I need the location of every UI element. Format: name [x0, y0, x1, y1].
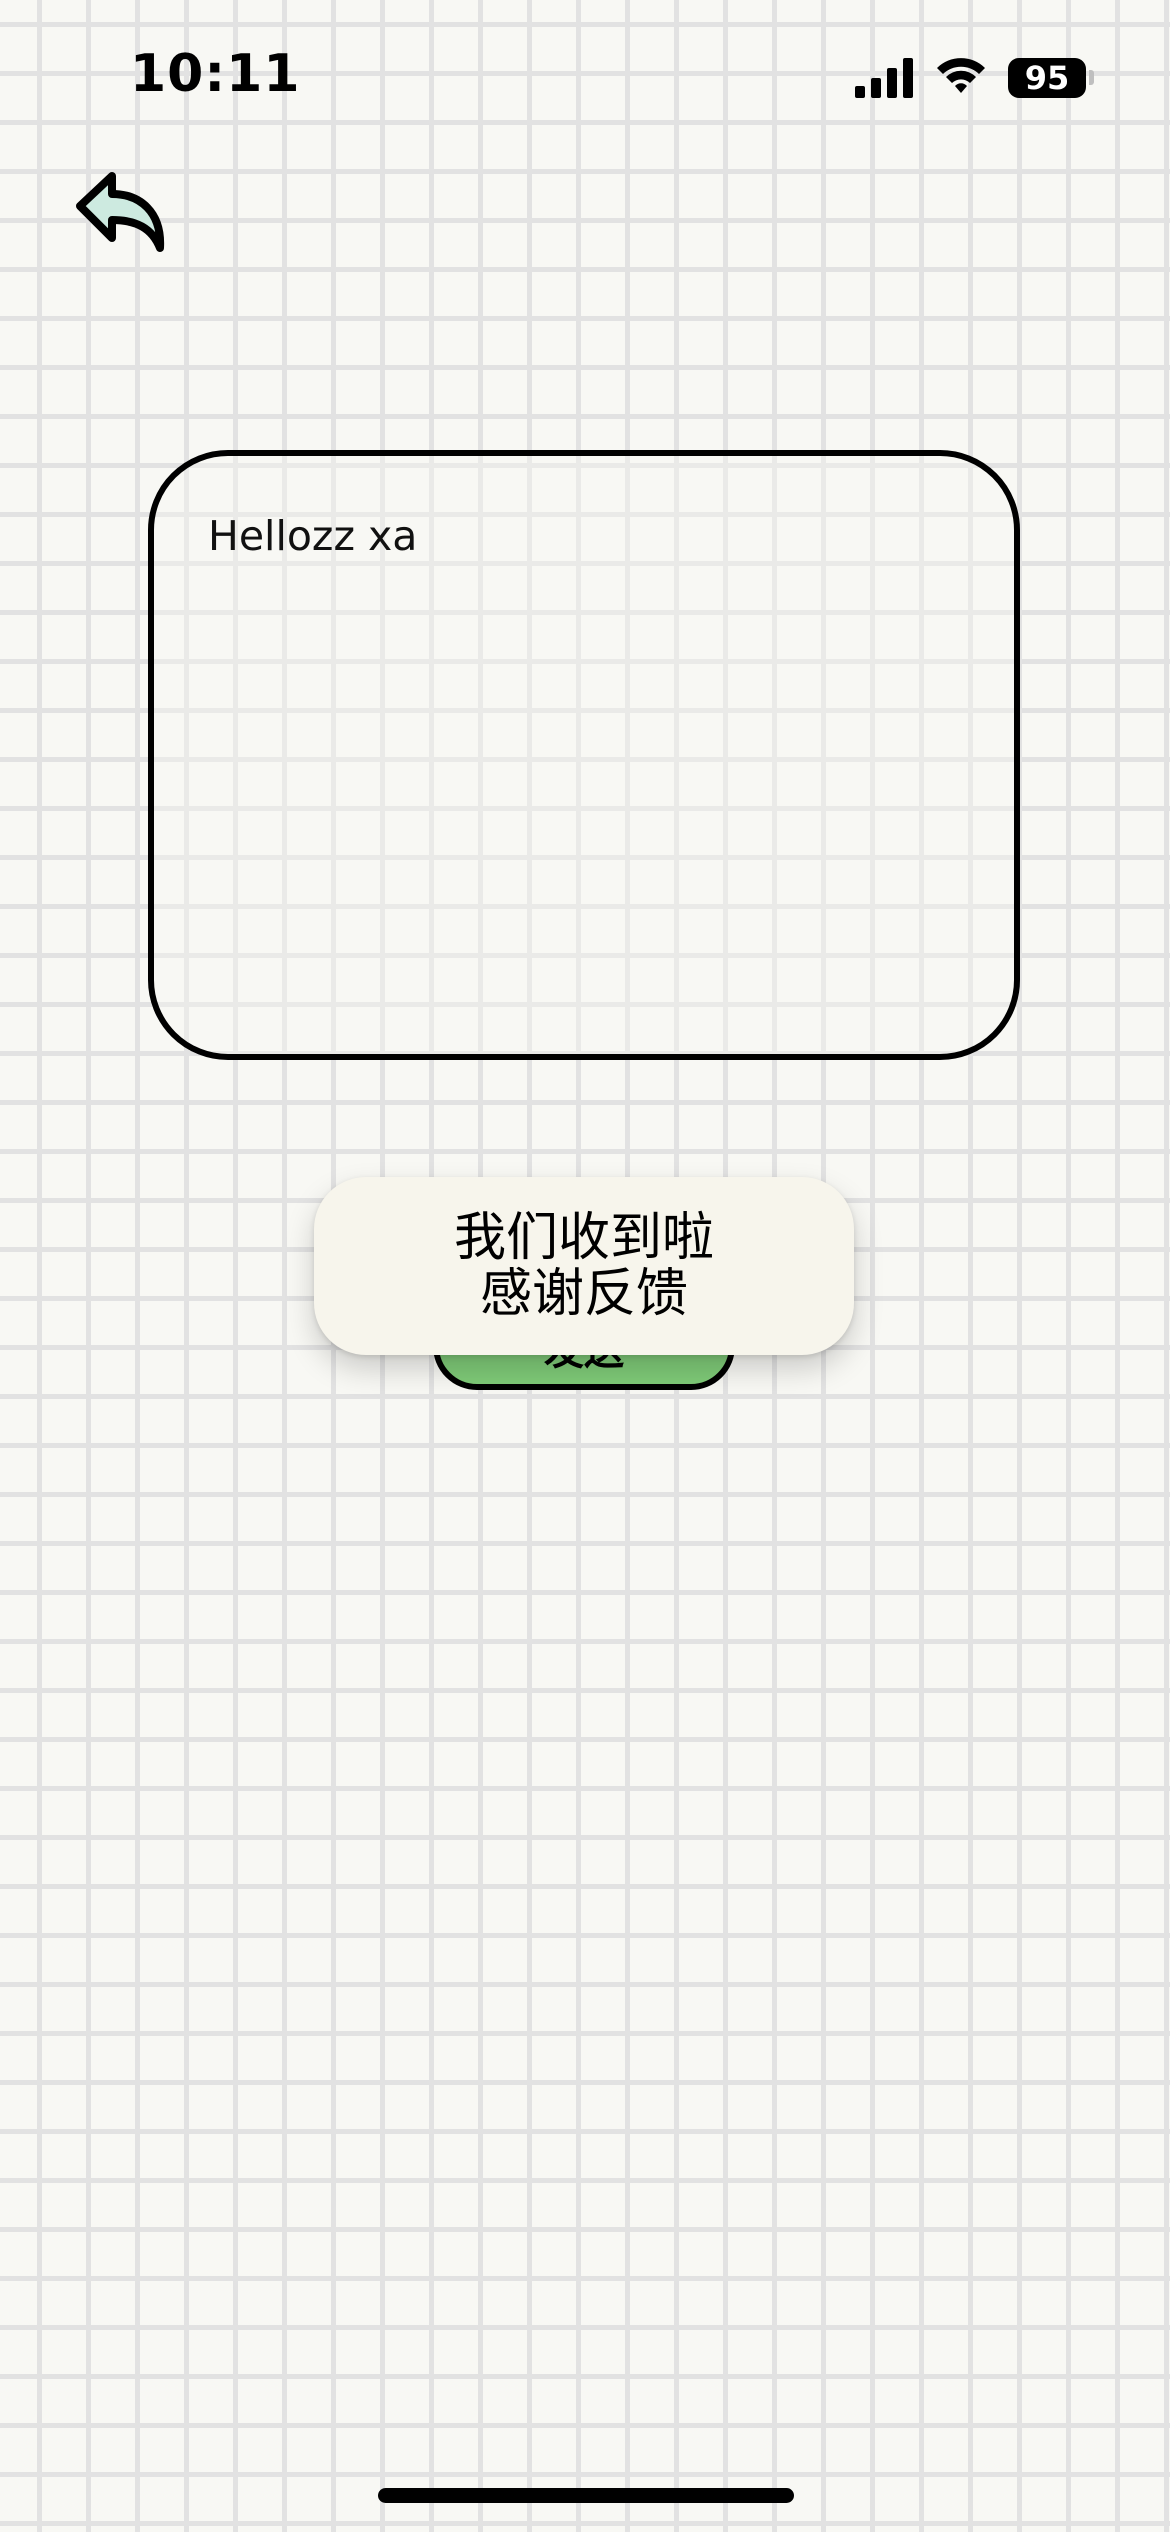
toast-line-2: 感谢反馈 [479, 1264, 688, 1324]
feedback-text: Hellozz xa [208, 512, 418, 560]
toast-message: 我们收到啦 感谢反馈 [314, 1177, 854, 1355]
battery-icon: 95 [1008, 58, 1086, 98]
status-bar: 10:11 95 [0, 0, 1170, 150]
battery-cap [1089, 70, 1094, 85]
signal-icon [855, 58, 913, 98]
home-indicator[interactable] [378, 2488, 794, 2503]
back-button[interactable] [72, 166, 172, 254]
feedback-textarea[interactable]: Hellozz xa [148, 450, 1020, 1060]
toast-line-1: 我们收到啦 [453, 1208, 714, 1268]
status-time: 10:11 [130, 44, 301, 104]
wifi-icon [937, 58, 985, 93]
reply-arrow-icon [76, 172, 165, 252]
